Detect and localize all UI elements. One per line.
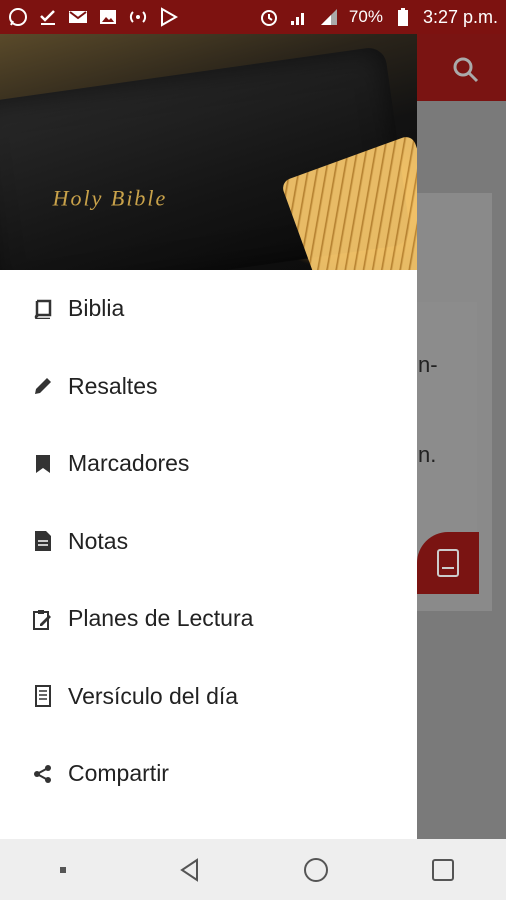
bookmark-icon [32,453,54,475]
reading-plan-icon [32,608,54,630]
menu-item-compartir[interactable]: Compartir [0,735,417,813]
system-nav-bar [0,839,506,900]
clock: 3:27 p.m. [422,6,498,27]
recents-dot-button[interactable] [43,850,83,890]
back-triangle-icon [179,857,198,882]
drawer-header-image: Holy Bible [0,34,417,270]
share-icon [32,763,54,785]
pencil-icon [32,375,54,397]
background-text-fragment: n. [418,442,437,467]
download-done-icon [38,7,58,27]
navigation-drawer: Holy Bible Biblia Resaltes Marcadores No… [0,34,417,839]
alarm-icon [259,7,279,27]
menu-label: Marcadores [68,450,190,477]
menu-item-resaltes[interactable]: Resaltes [0,348,417,426]
note-icon [32,530,54,552]
background-text-fragment: n- [418,352,438,377]
menu-item-biblia[interactable]: Biblia [0,270,417,348]
search-icon [450,54,482,86]
battery-percent: 70% [348,7,383,26]
battery-icon [393,7,413,27]
verse-of-day-icon [32,685,54,708]
menu-label: Versículo del día [68,682,239,709]
gmail-icon [68,7,88,27]
back-button[interactable] [170,850,210,890]
menu-label: Notas [68,527,129,554]
hotspot-icon [128,7,148,27]
menu-label: Biblia [68,295,125,322]
menu-label: Compartir [68,760,169,787]
drawer-menu: Biblia Resaltes Marcadores Notas Planes … [0,270,417,813]
menu-label: Planes de Lectura [68,605,254,632]
image-icon [98,7,118,27]
background-fab [417,532,479,594]
whatsapp-icon [8,7,28,27]
overview-button[interactable] [423,850,463,890]
home-circle-icon [304,857,329,882]
menu-item-planes-de-lectura[interactable]: Planes de Lectura [0,580,417,658]
signal-icon [289,7,309,27]
menu-item-notas[interactable]: Notas [0,503,417,581]
book-icon [437,549,459,577]
home-button[interactable] [296,850,336,890]
cell-signal-icon [319,7,339,27]
menu-item-marcadores[interactable]: Marcadores [0,425,417,503]
status-right-icons: 70% 3:27 p.m. [259,7,498,28]
status-left-icons [8,7,178,27]
status-bar: 70% 3:27 p.m. [0,0,506,34]
book-cover-title: Holy Bible [52,185,168,211]
overview-square-icon [431,858,454,881]
book-icon [32,298,54,320]
menu-label: Resaltes [68,372,158,399]
play-store-icon [158,7,178,27]
menu-item-versiculo-del-dia[interactable]: Versículo del día [0,658,417,736]
